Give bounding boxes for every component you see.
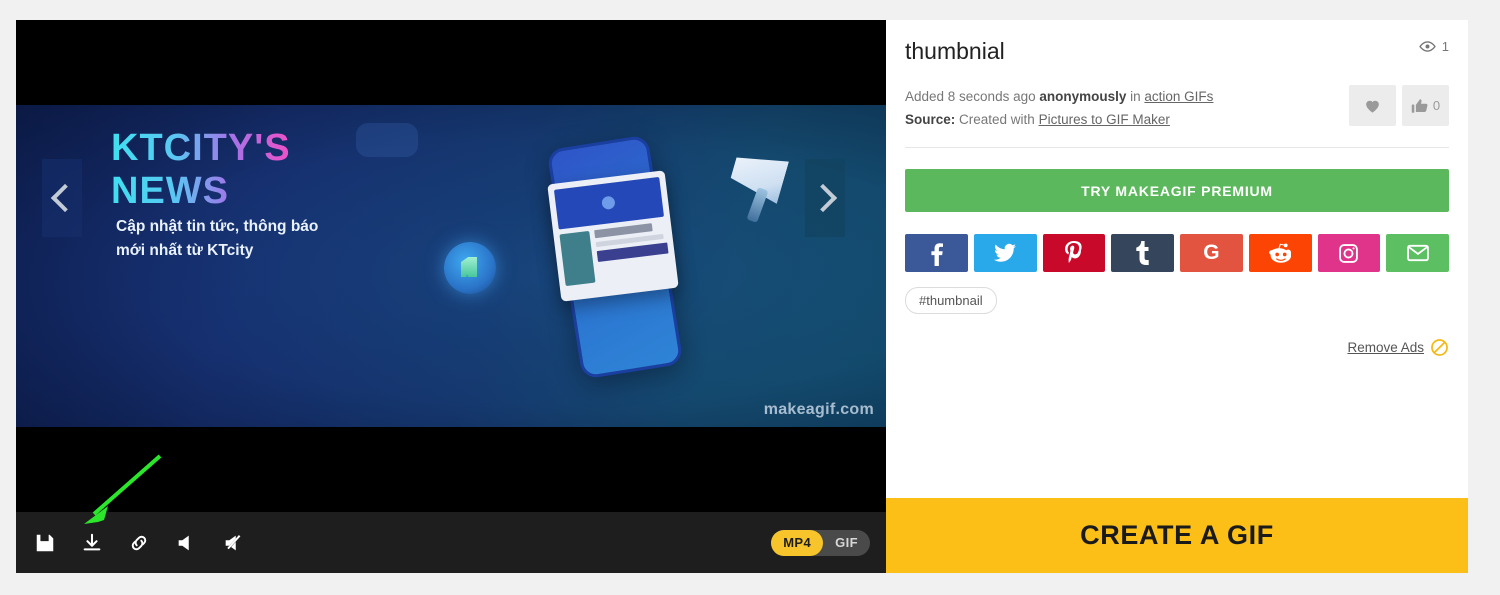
decorative-rounded-rect (356, 123, 418, 157)
format-option-mp4[interactable]: MP4 (771, 529, 824, 556)
next-gif-button[interactable] (805, 159, 845, 237)
twitter-icon (994, 244, 1017, 263)
page-title: thumbnial (905, 38, 1005, 64)
google-icon: G (1203, 241, 1220, 265)
pinterest-icon (1064, 241, 1082, 264)
card-body (559, 222, 671, 287)
gif-subtitle-line2: mới nhất từ KTcity (116, 242, 254, 260)
player-toolbar: MP4 GIF (16, 512, 886, 573)
share-reddit-button[interactable] (1248, 234, 1312, 273)
view-count: 1 (1419, 38, 1449, 55)
facebook-icon (931, 243, 943, 267)
gif-headline-line2: NEWS (111, 169, 229, 212)
gif-stage: KTCITY'S NEWS Cập nhật tin tức, thông bá… (16, 20, 886, 512)
like-button[interactable]: 0 (1402, 85, 1449, 126)
card-hero-image (553, 176, 665, 230)
format-toggle[interactable]: MP4 GIF (771, 529, 870, 556)
watermark: makeagif.com (763, 401, 874, 418)
divider-top (905, 147, 1449, 149)
gif-headline: KTCITY'S NEWS (111, 127, 291, 212)
share-tumblr-button[interactable] (1111, 234, 1174, 273)
meta-text: Added 8 seconds ago anonymously in actio… (905, 85, 1213, 131)
social-share-buttons: G (905, 234, 1449, 273)
share-email-button[interactable] (1386, 234, 1449, 273)
heart-icon (1366, 100, 1379, 113)
reaction-buttons: 0 (1349, 85, 1449, 126)
save-icon[interactable] (32, 530, 58, 556)
gif-image[interactable]: KTCITY'S NEWS Cập nhật tin tức, thông bá… (16, 105, 886, 427)
remove-ads-label: Remove Ads (1347, 340, 1424, 355)
circular-badge-icon (444, 242, 496, 294)
tumblr-icon (1135, 241, 1149, 266)
view-count-value: 1 (1441, 39, 1449, 54)
share-twitter-button[interactable] (973, 234, 1037, 273)
meta-added-prefix: Added 8 seconds ago (905, 89, 1040, 104)
info-body: thumbnial 1 Added 8 seconds ago anonymou… (886, 20, 1468, 498)
meta-source-line: Source: Created with Pictures to GIF Mak… (905, 108, 1213, 131)
tag-item[interactable]: #thumbnail (905, 287, 997, 315)
prev-gif-button[interactable] (42, 159, 82, 237)
thumbs-up-icon (1411, 98, 1428, 113)
gif-player: KTCITY'S NEWS Cập nhật tin tức, thông bá… (16, 20, 886, 573)
meta-in-word: in (1126, 89, 1145, 104)
instagram-icon (1339, 244, 1359, 263)
like-count: 0 (1432, 98, 1441, 113)
format-option-gif[interactable]: GIF (823, 530, 870, 556)
create-gif-button[interactable]: CREATE A GIF (886, 498, 1468, 573)
gif-headline-line1: KTCITY'S (111, 127, 291, 169)
favorite-button[interactable] (1349, 85, 1396, 126)
meta-source-prefix: Created with (955, 112, 1039, 128)
meta-uploader: anonymously (1039, 89, 1127, 104)
title-row: thumbnial 1 (905, 38, 1449, 65)
news-card-illustration (547, 170, 679, 302)
tag-list: #thumbnail (905, 287, 1449, 315)
meta-added-line: Added 8 seconds ago anonymously in actio… (905, 85, 1213, 108)
gif-subtitle-line1: Cập nhật tin tức, thông báo (116, 218, 319, 235)
download-icon[interactable] (79, 530, 105, 556)
remove-ads-link[interactable]: Remove Ads (1347, 338, 1449, 357)
share-instagram-button[interactable] (1317, 234, 1381, 273)
share-facebook-button[interactable] (905, 234, 968, 273)
gif-subtitle: Cập nhật tin tức, thông báo mới nhất từ … (116, 215, 318, 263)
toolbar-icon-group (32, 530, 246, 556)
gif-info-panel: thumbnial 1 Added 8 seconds ago anonymou… (886, 20, 1468, 573)
chevron-right-icon (808, 183, 837, 213)
premium-button[interactable]: TRY MAKEAGIF PREMIUM (905, 169, 1449, 213)
card-text-lines (594, 222, 671, 282)
card-thumbnail (559, 230, 596, 287)
share-google-button[interactable]: G (1180, 234, 1243, 273)
link-icon[interactable] (126, 530, 152, 556)
chevron-left-icon (50, 183, 79, 213)
meta-row: Added 8 seconds ago anonymously in actio… (905, 85, 1449, 131)
meta-category-link[interactable]: action GIFs (1144, 89, 1213, 104)
megaphone-muted-icon[interactable] (220, 530, 246, 556)
meta-source-link[interactable]: Pictures to GIF Maker (1039, 112, 1170, 127)
email-icon (1406, 245, 1429, 262)
reddit-icon (1269, 243, 1292, 264)
no-ads-icon (1431, 339, 1448, 356)
share-pinterest-button[interactable] (1042, 234, 1106, 273)
eye-icon (1419, 41, 1436, 52)
meta-source-label: Source: (905, 112, 956, 128)
megaphone-icon[interactable] (173, 530, 199, 556)
page-root: KTCITY'S NEWS Cập nhật tin tức, thông bá… (0, 0, 1500, 595)
